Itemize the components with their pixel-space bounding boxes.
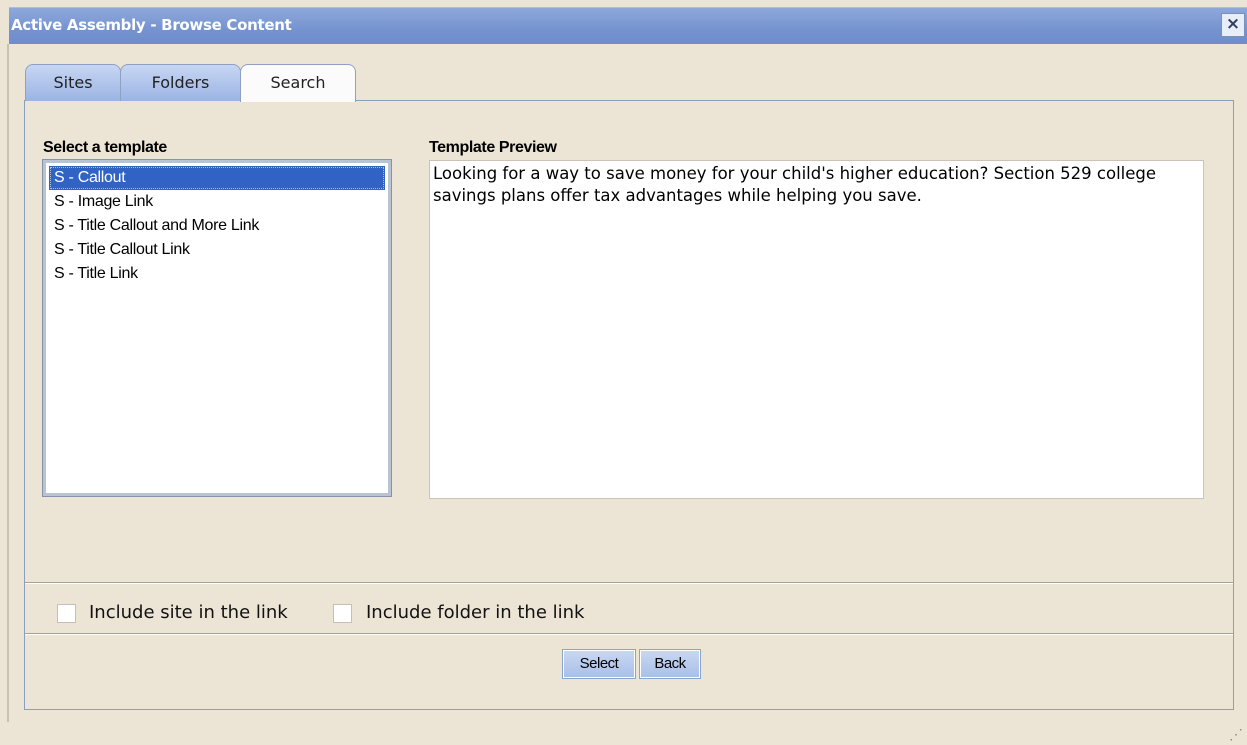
resize-grip-icon[interactable]: ⋰	[1229, 727, 1243, 741]
template-listbox[interactable]: S - Callout S - Image Link S - Title Cal…	[42, 159, 392, 497]
select-template-label: Select a template	[43, 139, 167, 156]
include-folder-label[interactable]: Include folder in the link	[366, 602, 584, 623]
include-site-checkbox[interactable]	[57, 604, 76, 623]
template-item-title-link[interactable]: S - Title Link	[49, 262, 385, 286]
template-preview-box: Looking for a way to save money for your…	[429, 160, 1204, 499]
template-preview-label: Template Preview	[429, 139, 557, 156]
divider-highlight	[25, 583, 1233, 584]
back-button[interactable]: Back	[639, 649, 701, 679]
tab-sites[interactable]: Sites	[25, 64, 121, 101]
template-item-callout[interactable]: S - Callout	[49, 166, 385, 190]
window-border	[7, 44, 9, 722]
browse-content-dialog: Active Assembly - Browse Content × Sites…	[0, 0, 1247, 745]
template-item-title-callout-more-link[interactable]: S - Title Callout and More Link	[49, 214, 385, 238]
tab-search[interactable]: Search	[240, 64, 356, 102]
divider-highlight	[25, 634, 1233, 635]
include-site-label[interactable]: Include site in the link	[89, 602, 288, 623]
tab-folders[interactable]: Folders	[120, 64, 241, 101]
close-icon[interactable]: ×	[1221, 13, 1245, 37]
select-button[interactable]: Select	[562, 649, 636, 679]
title-bar[interactable]: Active Assembly - Browse Content ×	[9, 7, 1247, 44]
window-title: Active Assembly - Browse Content	[11, 16, 292, 34]
template-item-image-link[interactable]: S - Image Link	[49, 190, 385, 214]
include-folder-checkbox[interactable]	[333, 604, 352, 623]
template-item-title-callout-link[interactable]: S - Title Callout Link	[49, 238, 385, 262]
